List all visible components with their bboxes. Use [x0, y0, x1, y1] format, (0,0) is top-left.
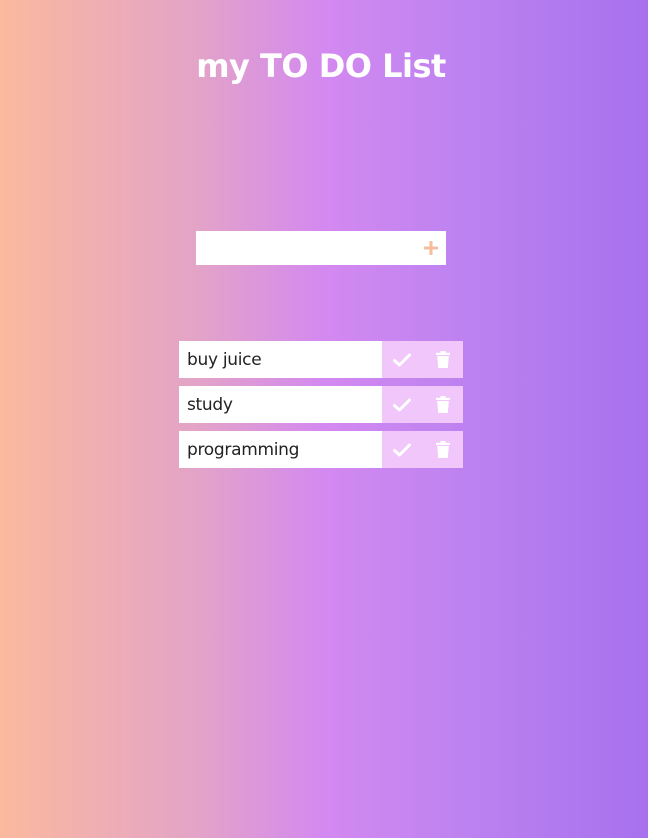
check-icon — [393, 443, 412, 457]
add-todo-button[interactable] — [416, 231, 446, 265]
todo-list: buy juice study programming — [179, 341, 463, 476]
complete-button[interactable] — [382, 431, 423, 468]
todo-item-text: programming — [179, 431, 382, 468]
todo-item-text: buy juice — [179, 341, 382, 378]
todo-item: study — [179, 386, 463, 423]
todo-input[interactable] — [196, 231, 416, 265]
page-title: my TO DO List — [196, 47, 446, 85]
delete-button[interactable] — [422, 386, 463, 423]
plus-icon — [424, 241, 438, 255]
check-icon — [393, 353, 412, 367]
todo-item: programming — [179, 431, 463, 468]
check-icon — [393, 398, 412, 412]
todo-item-text: study — [179, 386, 382, 423]
trash-icon — [435, 441, 450, 458]
delete-button[interactable] — [422, 341, 463, 378]
complete-button[interactable] — [382, 341, 423, 378]
add-todo-form — [196, 231, 446, 265]
trash-icon — [435, 396, 450, 413]
complete-button[interactable] — [382, 386, 423, 423]
delete-button[interactable] — [422, 431, 463, 468]
trash-icon — [435, 351, 450, 368]
todo-item: buy juice — [179, 341, 463, 378]
